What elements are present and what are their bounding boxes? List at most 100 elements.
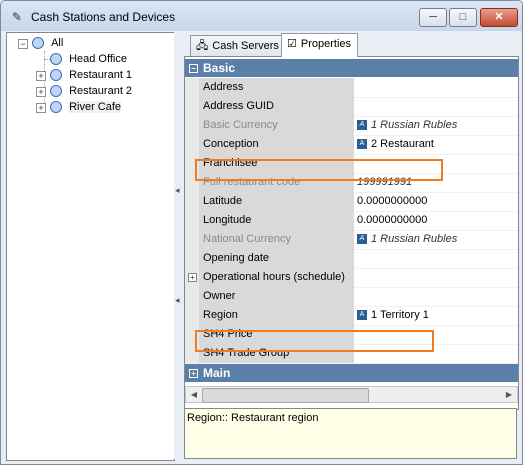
- tree-root-label: All: [51, 37, 64, 50]
- property-name: Region: [199, 306, 354, 325]
- property-row[interactable]: National Currency A 1 Russian Rubles: [185, 230, 518, 250]
- property-value-text: 0.0000000000: [357, 195, 428, 207]
- tree-root-all[interactable]: All: [32, 35, 63, 51]
- property-value[interactable]: [355, 249, 518, 268]
- description-text: Region:: Restaurant region: [187, 412, 319, 424]
- category-label: Main: [203, 366, 231, 380]
- category-basic[interactable]: − Basic: [185, 59, 518, 77]
- property-row[interactable]: + Operational hours (schedule): [185, 268, 518, 288]
- property-value-text: 1 Territory 1: [371, 309, 429, 321]
- property-row[interactable]: Full restaurant code 199991991: [185, 173, 518, 193]
- property-value[interactable]: 199991991: [355, 173, 518, 192]
- expand-restaurant-1[interactable]: +: [36, 71, 46, 81]
- property-row[interactable]: Owner: [185, 287, 518, 307]
- property-row[interactable]: Basic Currency A 1 Russian Rubles: [185, 116, 518, 136]
- property-value-text: 1 Russian Rubles: [371, 233, 458, 245]
- expand-restaurant-2[interactable]: +: [36, 87, 46, 97]
- window-title: Cash Stations and Devices: [31, 10, 176, 24]
- collapse-left-arrow-icon[interactable]: ◂: [175, 295, 181, 317]
- tree-item-restaurant-2[interactable]: Restaurant 2: [50, 83, 132, 99]
- right-pane: 🖧 Cash Servers ☑ Properties − Basic Addres…: [184, 32, 519, 459]
- row-margin: [185, 135, 199, 154]
- title-bar[interactable]: ✎ Cash Stations and Devices ─ □ ✕: [1, 1, 522, 31]
- server-icon: 🖧: [196, 40, 209, 52]
- pane-splitter[interactable]: [174, 32, 182, 459]
- property-value[interactable]: [355, 325, 518, 344]
- row-margin: +: [185, 268, 199, 287]
- property-value[interactable]: [355, 78, 518, 97]
- property-name: Conception: [199, 135, 354, 154]
- expand-river-cafe[interactable]: +: [36, 103, 46, 113]
- property-value-text: 199991991: [357, 176, 413, 188]
- expand-icon[interactable]: +: [188, 273, 197, 282]
- property-name: Owner: [199, 287, 354, 306]
- main-window: ✎ Cash Stations and Devices ─ □ ✕ − All …: [0, 0, 523, 465]
- property-row[interactable]: Opening date: [185, 249, 518, 269]
- property-row[interactable]: Address: [185, 78, 518, 98]
- property-row[interactable]: Region A 1 Territory 1: [185, 306, 518, 326]
- property-value[interactable]: A 1 Russian Rubles: [355, 230, 518, 249]
- property-row[interactable]: Longitude 0.0000000000: [185, 211, 518, 231]
- property-row[interactable]: SH4 Price: [185, 325, 518, 345]
- tree-item-restaurant-1[interactable]: Restaurant 1: [50, 67, 132, 83]
- property-value[interactable]: [355, 268, 518, 287]
- property-row[interactable]: Conception A 2 Restaurant: [185, 135, 518, 155]
- scroll-right-arrow-icon[interactable]: ▶: [501, 387, 517, 402]
- row-margin: [185, 249, 199, 268]
- property-name: National Currency: [199, 230, 354, 249]
- minimize-button[interactable]: ─: [419, 8, 447, 27]
- scrollbar-thumb[interactable]: [202, 388, 369, 403]
- property-row[interactable]: SH4 Trade Group: [185, 344, 518, 364]
- row-margin: [185, 192, 199, 211]
- property-value[interactable]: 0.0000000000: [355, 192, 518, 211]
- description-panel: Region:: Restaurant region: [184, 408, 517, 459]
- category-label: Basic: [203, 61, 236, 75]
- reference-icon: A: [357, 310, 367, 321]
- network-icon: [32, 37, 44, 50]
- row-margin: [185, 211, 199, 230]
- property-value[interactable]: [355, 97, 518, 116]
- property-row[interactable]: Latitude 0.0000000000: [185, 192, 518, 212]
- property-value[interactable]: A 1 Russian Rubles: [355, 116, 518, 135]
- row-margin: [185, 173, 199, 192]
- collapse-left-arrow-icon[interactable]: ◂: [175, 185, 181, 207]
- property-row[interactable]: Address GUID: [185, 97, 518, 117]
- collapse-icon[interactable]: −: [189, 64, 198, 73]
- maximize-button[interactable]: □: [449, 8, 477, 27]
- app-icon: ✎: [12, 10, 23, 24]
- tab-strip: 🖧 Cash Servers ☑ Properties: [184, 32, 517, 57]
- tree-pane: − All Head Office + Restaurant 1 + Resta…: [6, 32, 175, 461]
- restaurant-icon: [50, 85, 62, 98]
- property-value[interactable]: A 2 Restaurant: [355, 135, 518, 154]
- tree-item-label: River Cafe: [69, 101, 122, 114]
- property-value[interactable]: [355, 287, 518, 306]
- row-margin: [185, 116, 199, 135]
- property-grid: − Basic Address Address GUID Basic Curre…: [184, 56, 519, 410]
- tab-properties[interactable]: ☑ Properties: [281, 33, 359, 57]
- row-margin: [185, 97, 199, 116]
- tab-cash-servers[interactable]: 🖧 Cash Servers: [190, 35, 286, 56]
- restaurant-icon: [50, 101, 62, 114]
- category-main[interactable]: + Main: [185, 364, 518, 382]
- close-button[interactable]: ✕: [480, 8, 518, 27]
- property-value[interactable]: A 1 Territory 1: [355, 306, 518, 325]
- property-name: Franchisee: [199, 154, 354, 173]
- property-name: Basic Currency: [199, 116, 354, 135]
- reference-icon: A: [357, 120, 367, 131]
- row-margin: [185, 325, 199, 344]
- restaurant-icon: [50, 53, 62, 66]
- reference-icon: A: [357, 139, 367, 150]
- tree-item-river-cafe[interactable]: River Cafe: [50, 99, 122, 115]
- tree-collapse-toggle[interactable]: −: [18, 39, 28, 49]
- tree-item-head-office[interactable]: Head Office: [50, 51, 127, 67]
- property-value[interactable]: [355, 154, 518, 173]
- property-name: Address GUID: [199, 97, 354, 116]
- property-value[interactable]: [355, 344, 518, 363]
- tree-item-label: Restaurant 2: [69, 85, 133, 98]
- property-value[interactable]: 0.0000000000: [355, 211, 518, 230]
- expand-icon[interactable]: +: [189, 369, 198, 378]
- horizontal-scrollbar[interactable]: ◀ ▶: [185, 386, 518, 403]
- properties-icon: ☑: [287, 38, 297, 50]
- property-row[interactable]: Franchisee: [185, 154, 518, 174]
- scroll-left-arrow-icon[interactable]: ◀: [186, 387, 202, 402]
